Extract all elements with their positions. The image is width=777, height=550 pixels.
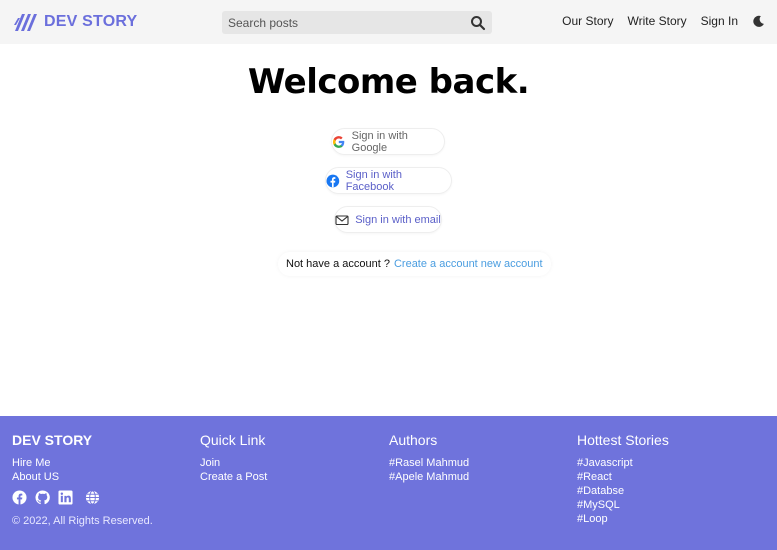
envelope-icon xyxy=(335,214,349,225)
nav-write-story[interactable]: Write Story xyxy=(628,14,687,28)
globe-icon[interactable] xyxy=(85,490,100,505)
tag-link-react[interactable]: #React xyxy=(577,470,669,484)
google-signin-label: Sign in with Google xyxy=(351,129,408,154)
search-input[interactable] xyxy=(222,11,470,34)
tag-link-javascript[interactable]: #Javascript xyxy=(577,456,669,470)
google-icon xyxy=(332,135,345,148)
create-account-prompt: Not have a account ? Create a account ne… xyxy=(278,252,551,276)
footer-link-hire-me[interactable]: Hire Me xyxy=(12,456,153,470)
footer-quick-link-column: Quick Link Join Create a Post xyxy=(200,432,267,484)
create-account-link[interactable]: Create a account new account xyxy=(394,258,543,270)
footer-link-create-post[interactable]: Create a Post xyxy=(200,470,267,484)
copyright-text: © 2022, All Rights Reserved. xyxy=(12,515,153,527)
tag-link-mysql[interactable]: #MySQL xyxy=(577,498,669,512)
author-link-apele[interactable]: #Apele Mahmud xyxy=(389,470,469,484)
hottest-stories-heading: Hottest Stories xyxy=(577,432,669,448)
tag-link-loop[interactable]: #Loop xyxy=(577,512,669,526)
footer-hottest-column: Hottest Stories #Javascript #React #Data… xyxy=(577,432,669,526)
github-icon[interactable] xyxy=(35,490,50,505)
facebook-icon[interactable] xyxy=(12,490,27,505)
tag-link-databse[interactable]: #Databse xyxy=(577,484,669,498)
account-question: Not have a account ? xyxy=(286,258,390,270)
footer-brand-column: DEV STORY Hire Me About US © 2022, All R… xyxy=(12,432,153,527)
email-signin-label: Sign in with email xyxy=(355,213,441,226)
footer: DEV STORY Hire Me About US © 2022, All R… xyxy=(0,416,777,550)
authors-heading: Authors xyxy=(389,432,438,448)
facebook-signin-button[interactable]: Sign in with Facebook xyxy=(325,167,452,194)
facebook-icon xyxy=(326,174,340,187)
footer-link-join[interactable]: Join xyxy=(200,456,267,470)
nav-links: Our Story Write Story Sign In xyxy=(562,14,765,28)
facebook-signin-label: Sign in with Facebook xyxy=(345,168,402,193)
quick-link-heading: Quick Link xyxy=(200,432,266,448)
nav-sign-in[interactable]: Sign In xyxy=(701,14,738,28)
author-link-rasel[interactable]: #Rasel Mahmud xyxy=(389,456,469,470)
nav-our-story[interactable]: Our Story xyxy=(562,14,613,28)
social-links xyxy=(12,490,153,505)
footer-brand: DEV STORY xyxy=(12,432,93,448)
email-signin-button[interactable]: Sign in with email xyxy=(334,206,442,233)
google-signin-button[interactable]: Sign in with Google xyxy=(331,128,445,155)
top-navbar: DEV STORY Our Story Write Story Sign In xyxy=(0,0,777,44)
footer-link-about-us[interactable]: About US xyxy=(12,470,153,484)
search-icon[interactable] xyxy=(470,15,486,31)
logo-icon xyxy=(14,14,37,31)
brand-logo-link[interactable]: DEV STORY xyxy=(14,11,137,33)
moon-icon[interactable] xyxy=(752,15,765,28)
page-title: Welcome back. xyxy=(247,62,530,102)
linkedin-icon[interactable] xyxy=(58,490,73,505)
search-bar xyxy=(222,11,492,34)
footer-authors-column: Authors #Rasel Mahmud #Apele Mahmud xyxy=(389,432,469,484)
brand-name: DEV STORY xyxy=(44,13,138,30)
